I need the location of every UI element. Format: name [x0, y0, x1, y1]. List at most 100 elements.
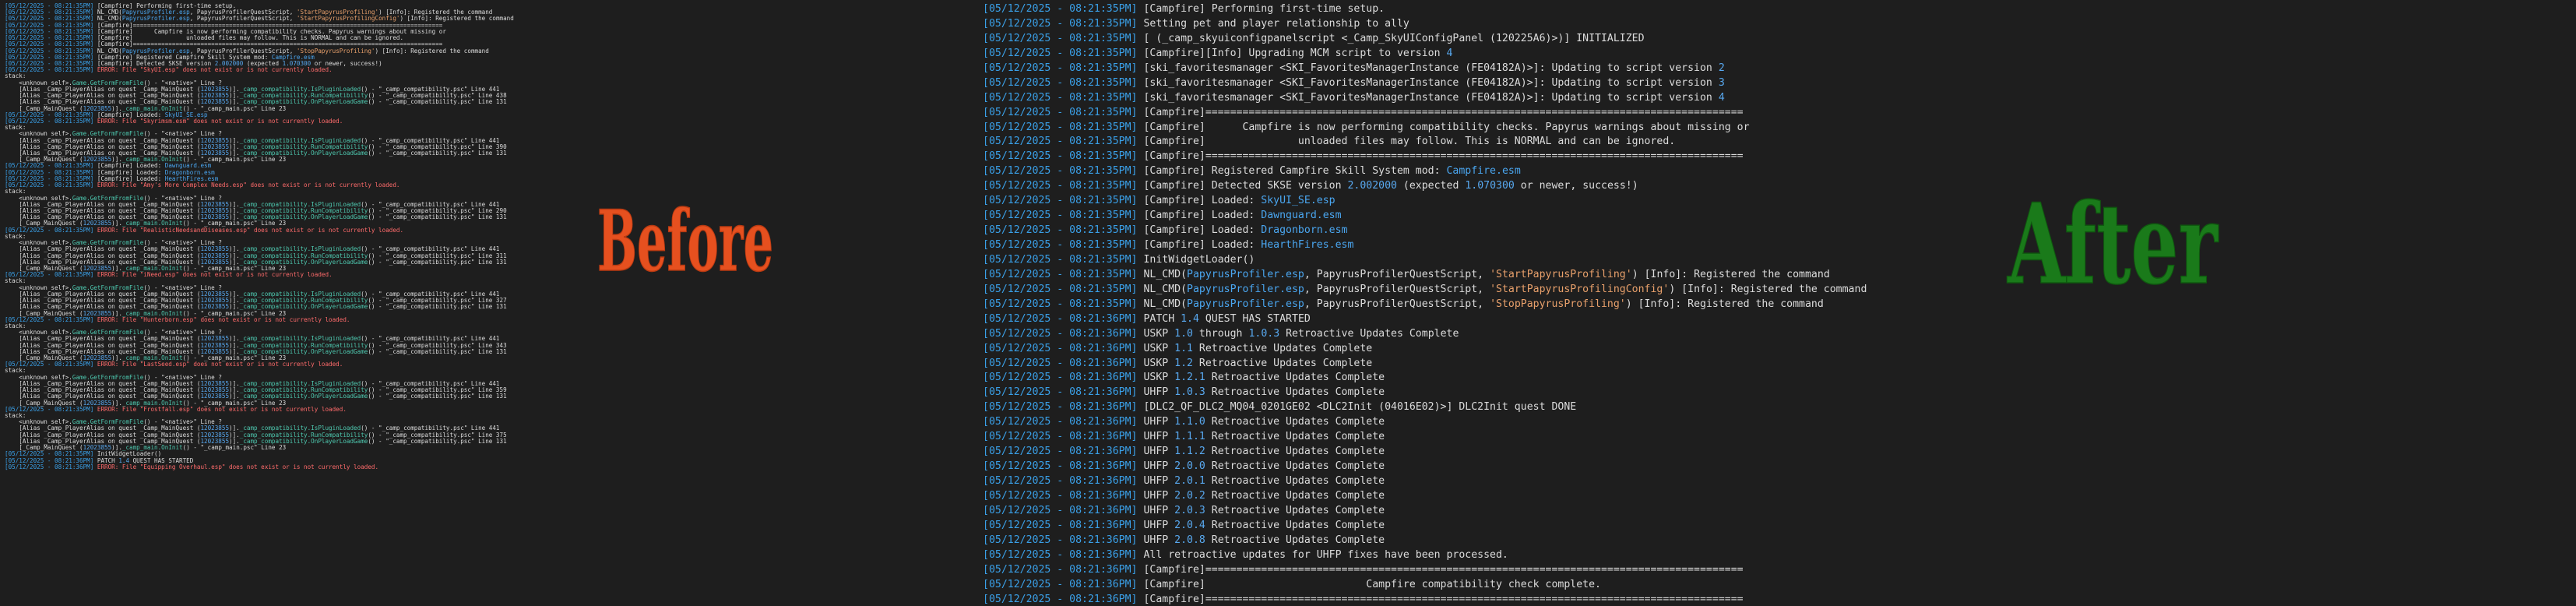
log-timestamp: [05/12/2025 - 08:21:36PM]	[983, 475, 1144, 487]
log-text: Dawnguard.esm	[1261, 210, 1342, 222]
log-text: ERROR: File "RealisticNeedsandDiseases.e…	[97, 226, 404, 234]
log-timestamp: [05/12/2025 - 08:21:35PM]	[983, 121, 1144, 133]
log-text: UHFP	[1143, 489, 1175, 502]
log-text: [Campfire]==============================…	[1143, 593, 1744, 605]
log-line: [05/12/2025 - 08:21:36PM] All retroactiv…	[983, 548, 1867, 563]
log-text: USKP	[1143, 327, 1175, 340]
comparison-stage: [05/12/2025 - 08:21:35PM] [Campfire] Per…	[0, 0, 2576, 606]
log-text: UHFP	[1143, 386, 1175, 399]
log-line: [05/12/2025 - 08:21:35PM] ERROR: File "R…	[5, 227, 514, 234]
log-timestamp: [05/12/2025 - 08:21:36PM]	[5, 463, 97, 470]
log-text: [ski_favoritesmanager <SKI_FavoritesMana…	[1143, 62, 1719, 74]
log-text: 1.2	[1174, 357, 1193, 369]
log-text: [Campfire] Campfire is now performing co…	[1143, 121, 1750, 133]
log-text: UHFP	[1143, 431, 1175, 443]
log-text: 'StartPapyrusProfilingConfig'	[1490, 283, 1670, 295]
log-text: Retroactive Updates Complete	[1205, 489, 1385, 502]
log-text: 1.0	[1174, 327, 1193, 340]
log-text: [Campfire] Loaded:	[1143, 195, 1262, 207]
log-timestamp: [05/12/2025 - 08:21:35PM]	[983, 224, 1144, 237]
log-line: [05/12/2025 - 08:21:35PM] ERROR: File "S…	[5, 67, 514, 73]
log-text: through	[1192, 327, 1249, 340]
log-line: [05/12/2025 - 08:21:35PM] [Campfire] Per…	[983, 2, 1867, 17]
log-text: PapyrusProfiler.esp	[1187, 298, 1304, 310]
log-timestamp: [05/12/2025 - 08:21:36PM]	[983, 401, 1144, 414]
log-timestamp: [05/12/2025 - 08:21:35PM]	[983, 165, 1144, 178]
log-timestamp: [05/12/2025 - 08:21:35PM]	[983, 32, 1144, 44]
log-timestamp: [05/12/2025 - 08:21:36PM]	[983, 386, 1144, 399]
log-line: [05/12/2025 - 08:21:36PM] UHFP 1.1.2 Ret…	[983, 445, 1867, 460]
after-log-panel: [05/12/2025 - 08:21:35PM] [Campfire] Per…	[980, 0, 1875, 606]
log-timestamp: [05/12/2025 - 08:21:35PM]	[983, 106, 1144, 118]
log-timestamp: [05/12/2025 - 08:21:35PM]	[983, 239, 1144, 251]
log-line: [05/12/2025 - 08:21:36PM] UHFP 2.0.2 Ret…	[983, 489, 1867, 504]
log-text: UHFP	[1143, 534, 1175, 546]
log-line: [05/12/2025 - 08:21:35PM] NL_CMD(Papyrus…	[983, 298, 1867, 312]
log-timestamp: [05/12/2025 - 08:21:35PM]	[983, 76, 1144, 89]
log-text: NL_CMD(	[1143, 298, 1188, 310]
log-timestamp: [05/12/2025 - 08:21:36PM]	[983, 327, 1144, 340]
log-text: ERROR: File "Frostfall.esp" does not exi…	[97, 405, 347, 413]
log-text: , PapyrusProfilerQuestScript,	[1304, 283, 1490, 295]
log-text: 1.070300	[1465, 180, 1515, 192]
log-text: () - "_camp_compatibility.psc" Line 131	[368, 437, 507, 445]
log-text: PapyrusProfiler.esp	[1187, 268, 1304, 280]
log-line: [05/12/2025 - 08:21:36PM] USKP 1.2 Retro…	[983, 357, 1867, 372]
log-text: UHFP	[1143, 519, 1175, 531]
log-line: [05/12/2025 - 08:21:36PM] [Campfire] Cam…	[983, 578, 1867, 593]
log-timestamp: [05/12/2025 - 08:21:36PM]	[983, 563, 1144, 576]
log-line: [05/12/2025 - 08:21:35PM] ERROR: File "L…	[5, 361, 514, 368]
log-text: 2.0.2	[1174, 489, 1205, 502]
log-text: NL_CMD(	[1143, 283, 1188, 295]
log-text: 4	[1446, 47, 1453, 59]
after-label-graphic: After	[2006, 179, 2219, 310]
log-line: [05/12/2025 - 08:21:35PM] [Campfire] unl…	[983, 135, 1867, 150]
log-text: UHFP	[1143, 416, 1175, 428]
before-label-graphic: Before	[596, 192, 774, 291]
log-timestamp: [05/12/2025 - 08:21:35PM]	[983, 150, 1144, 163]
before-log-output: [05/12/2025 - 08:21:35PM] [Campfire] Per…	[5, 2, 514, 470]
log-timestamp: [05/12/2025 - 08:21:35PM]	[983, 91, 1144, 104]
log-line: [05/12/2025 - 08:21:35PM] [Campfire] Loa…	[983, 194, 1867, 209]
log-timestamp: [05/12/2025 - 08:21:35PM]	[983, 136, 1144, 148]
log-text: 1.4	[1181, 312, 1199, 325]
log-text: USKP	[1143, 342, 1175, 354]
log-text: [Campfire]==============================…	[1143, 106, 1744, 118]
log-line: [05/12/2025 - 08:21:36PM] PATCH 1.4 QUES…	[983, 312, 1867, 327]
log-text: [Campfire] Detected SKSE version	[1143, 180, 1348, 192]
log-text: 4	[1718, 91, 1725, 104]
log-timestamp: [05/12/2025 - 08:21:36PM]	[983, 357, 1144, 369]
log-text: 2.0.4	[1174, 519, 1205, 531]
log-line: [05/12/2025 - 08:21:35PM] [Campfire][Inf…	[983, 47, 1867, 62]
log-text: USKP	[1143, 372, 1175, 384]
log-text: 1.0.3	[1174, 386, 1205, 399]
log-line: [05/12/2025 - 08:21:36PM] UHFP 2.0.4 Ret…	[983, 519, 1867, 534]
log-text: [Campfire] Performing first-time setup.	[1143, 3, 1385, 15]
after-label: After	[2007, 180, 2219, 309]
log-text: PATCH	[1143, 312, 1181, 325]
log-text: 2.002000	[1347, 180, 1397, 192]
log-text: [Campfire] unloaded files may follow. Th…	[1143, 136, 1676, 148]
log-line: [05/12/2025 - 08:21:36PM] [DLC2_QF_DLC2_…	[983, 400, 1867, 415]
log-line: [05/12/2025 - 08:21:36PM] UHFP 2.0.0 Ret…	[983, 460, 1867, 474]
log-text: ) [Info]: Registered the command	[1669, 283, 1867, 295]
log-text: ) [Info]: Registered the command	[1631, 268, 1830, 280]
log-text: UHFP	[1143, 446, 1175, 458]
log-line: [05/12/2025 - 08:21:35PM] ERROR: File "F…	[5, 405, 514, 413]
before-label: Before	[597, 192, 773, 291]
log-line: [05/12/2025 - 08:21:36PM] [Campfire]====…	[983, 593, 1867, 606]
log-text: [Campfire] Campfire compatibility check …	[1143, 578, 1601, 590]
log-text: Retroactive Updates Complete	[1205, 475, 1385, 487]
log-text: ERROR: File "iNeed.esp" does not exist o…	[97, 271, 333, 279]
log-timestamp: [05/12/2025 - 08:21:36PM]	[983, 519, 1144, 531]
log-timestamp: [05/12/2025 - 08:21:35PM]	[983, 298, 1144, 310]
log-text: () - "_camp_compatibility.psc" Line 131	[368, 213, 507, 221]
log-line: [05/12/2025 - 08:21:35PM] [ski_favorites…	[983, 62, 1867, 76]
log-line: [05/12/2025 - 08:21:35PM] ERROR: File "A…	[5, 182, 514, 188]
log-text: UHFP	[1143, 504, 1175, 516]
log-text: 2.0.8	[1174, 534, 1205, 546]
log-text: [DLC2_QF_DLC2_MQ04_0201GE02 <DLC2Init (0…	[1143, 401, 1577, 414]
log-timestamp: [05/12/2025 - 08:21:36PM]	[983, 416, 1144, 428]
log-text: [Campfire] Loaded:	[1143, 224, 1262, 237]
log-timestamp: [05/12/2025 - 08:21:36PM]	[983, 446, 1144, 458]
